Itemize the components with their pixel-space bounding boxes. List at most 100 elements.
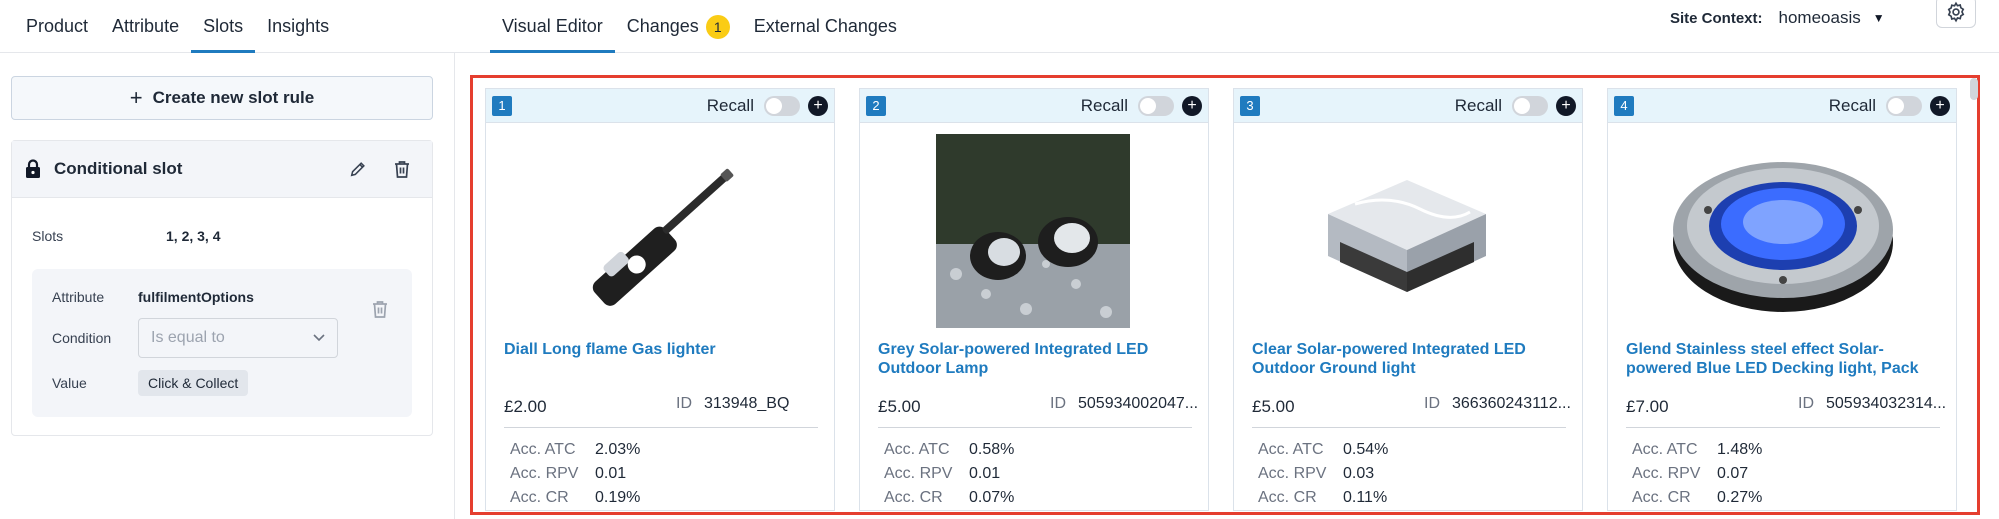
slot-rule-card: Conditional slot Slots 1, 2, 3, 4 Attrib… <box>11 140 433 436</box>
slots-row: Slots 1, 2, 3, 4 <box>32 228 220 244</box>
lock-icon <box>26 159 40 178</box>
product-price: £7.00 <box>1626 397 1669 416</box>
metric-cr: Acc. CR 0.27% <box>1632 489 1763 506</box>
slot-number: 2 <box>866 95 886 116</box>
value-chip[interactable]: Click & Collect <box>138 370 249 396</box>
product-image <box>1658 134 1908 328</box>
product-slot-card[interactable]: 1 Recall + Diall Long flame Gas lighter … <box>485 88 835 511</box>
delete-condition-button[interactable] <box>362 291 398 327</box>
tab-insights[interactable]: Insights <box>255 0 341 53</box>
product-price: £2.00 <box>504 397 547 416</box>
product-price: £5.00 <box>1252 397 1295 416</box>
slot-card-header: 3 Recall + <box>1234 89 1582 123</box>
attribute-label: Attribute <box>52 289 105 305</box>
site-context-label: Site Context: <box>1670 9 1763 27</box>
value-label: Value <box>52 375 87 391</box>
tab-slots[interactable]: Slots <box>191 0 256 53</box>
product-slot-card[interactable]: 4 Recall + Glend Stainless steel effect … <box>1607 88 1957 511</box>
recall-label: Recall <box>1828 95 1876 115</box>
metric-atc: Acc. ATC 0.58% <box>884 441 1015 458</box>
condition-select[interactable]: Is equal to <box>138 318 338 358</box>
add-icon[interactable]: + <box>1182 95 1202 116</box>
product-image <box>1310 134 1504 328</box>
metric-atc: Acc. ATC 0.54% <box>1258 441 1389 458</box>
product-slot-card[interactable]: 2 Recall + Grey Solar-powered Integrated… <box>859 88 1209 511</box>
create-slot-rule-button[interactable]: + Create new slot rule <box>11 76 433 120</box>
slot-rule-header: Conditional slot <box>12 141 432 198</box>
tab-attribute[interactable]: Attribute <box>100 0 191 53</box>
divider <box>504 427 818 428</box>
tab-changes[interactable]: Changes 1 <box>615 0 742 53</box>
value-row: Value Click & Collect <box>52 370 249 396</box>
metric-cr: Acc. CR 0.07% <box>884 489 1015 506</box>
changes-count-badge: 1 <box>705 14 730 39</box>
delete-rule-button[interactable] <box>384 151 420 187</box>
product-id: 366360243112... <box>1452 395 1571 412</box>
metric-atc: Acc. ATC 2.03% <box>510 441 641 458</box>
recall-label: Recall <box>706 95 754 115</box>
slot-card-header: 2 Recall + <box>860 89 1208 123</box>
product-title[interactable]: Grey Solar-powered Integrated LED Outdoo… <box>878 340 1198 378</box>
product-id-label: ID <box>676 395 692 412</box>
site-context-selector[interactable]: Site Context: homeoasis ▼ <box>1670 8 1885 28</box>
slot-rules-sidebar: + Create new slot rule Conditional slot <box>0 53 455 519</box>
metric-rpv: Acc. RPV 0.01 <box>884 465 1001 482</box>
product-slot-card[interactable]: 3 Recall + Clear Solar-powered Integrate… <box>1233 88 1583 511</box>
recall-toggle[interactable] <box>1138 95 1174 116</box>
slot-number: 3 <box>1240 95 1260 116</box>
add-icon[interactable]: + <box>808 95 828 116</box>
divider <box>878 427 1192 428</box>
add-icon[interactable]: + <box>1930 95 1950 116</box>
tab-visual-editor[interactable]: Visual Editor <box>490 0 615 53</box>
product-price: £5.00 <box>878 397 921 416</box>
trash-icon <box>373 301 387 318</box>
recall-label: Recall <box>1080 95 1128 115</box>
attribute-value: fulfilmentOptions <box>138 289 254 305</box>
recall-toggle[interactable] <box>1886 95 1922 116</box>
chevron-down-icon <box>313 334 325 342</box>
metric-cr: Acc. CR 0.11% <box>1258 489 1388 506</box>
divider <box>1626 427 1940 428</box>
slot-rule-title: Conditional slot <box>54 159 183 178</box>
add-icon[interactable]: + <box>1556 95 1576 116</box>
slot-number: 4 <box>1614 95 1634 116</box>
product-title[interactable]: Clear Solar-powered Integrated LED Outdo… <box>1252 340 1572 378</box>
product-id: 313948_BQ <box>704 395 790 412</box>
metric-rpv: Acc. RPV 0.03 <box>1258 465 1375 482</box>
condition-label: Condition <box>52 330 112 346</box>
metric-atc: Acc. ATC 1.48% <box>1632 441 1763 458</box>
settings-button[interactable] <box>1936 0 1976 28</box>
slots-value: 1, 2, 3, 4 <box>166 228 221 244</box>
condition-box: Attribute fulfilmentOptions Condition Is… <box>32 269 412 417</box>
trash-icon <box>395 161 409 178</box>
divider <box>1252 427 1566 428</box>
metric-rpv: Acc. RPV 0.01 <box>510 465 627 482</box>
product-id-label: ID <box>1050 395 1066 412</box>
product-id-label: ID <box>1424 395 1440 412</box>
recall-label: Recall <box>1454 95 1502 115</box>
gear-icon <box>1947 1 1965 23</box>
recall-toggle[interactable] <box>1512 95 1548 116</box>
visual-editor-frame: 1 Recall + Diall Long flame Gas lighter … <box>470 75 1980 515</box>
product-id: 505934002047... <box>1078 395 1199 412</box>
editor-tabs: Visual Editor Changes 1 External Changes <box>490 0 909 53</box>
edit-rule-button[interactable] <box>340 151 376 187</box>
product-image <box>936 134 1130 328</box>
condition-row: Condition Is equal to <box>52 318 338 358</box>
tab-external-changes[interactable]: External Changes <box>742 0 909 53</box>
product-id: 505934032314... <box>1826 395 1947 412</box>
product-title[interactable]: Diall Long flame Gas lighter <box>504 340 824 359</box>
site-context-value: homeoasis <box>1778 8 1861 27</box>
slot-card-header: 1 Recall + <box>486 89 834 123</box>
tab-product[interactable]: Product <box>14 0 100 53</box>
scrollbar-thumb[interactable] <box>1970 78 1978 100</box>
recall-toggle[interactable] <box>764 95 800 116</box>
metric-rpv: Acc. RPV 0.07 <box>1632 465 1749 482</box>
pencil-icon <box>350 162 365 177</box>
metric-cr: Acc. CR 0.19% <box>510 489 641 506</box>
slot-number: 1 <box>492 95 512 116</box>
slot-card-header: 4 Recall + <box>1608 89 1956 123</box>
plus-icon: + <box>129 85 143 110</box>
product-title[interactable]: Glend Stainless steel effect Solar-power… <box>1626 340 1946 378</box>
attribute-row: Attribute fulfilmentOptions <box>52 289 254 305</box>
